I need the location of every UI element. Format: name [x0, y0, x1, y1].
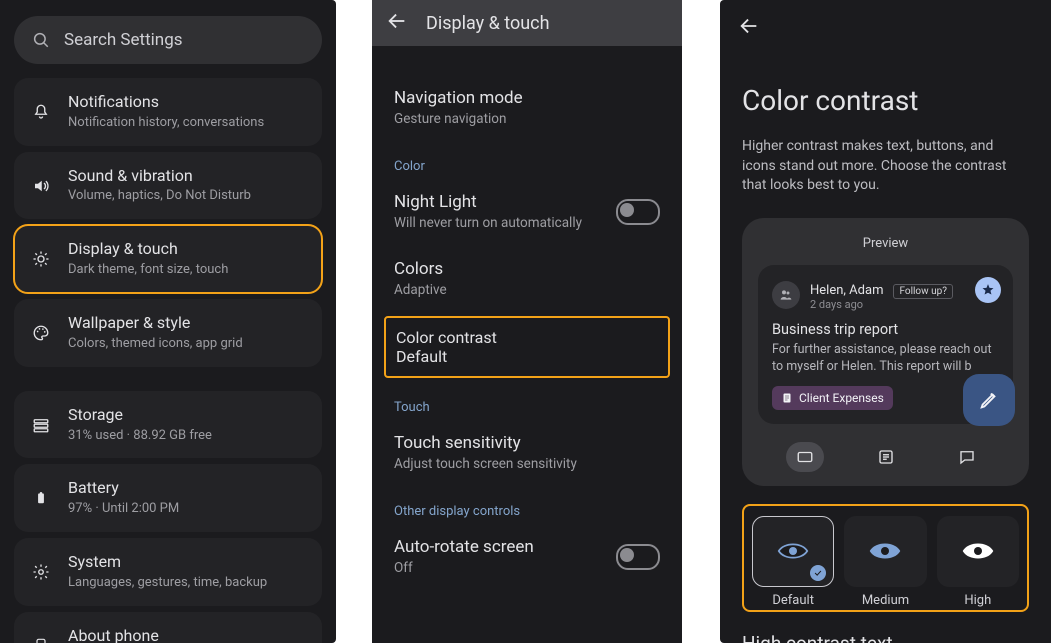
- palette-icon: [30, 324, 52, 342]
- message-body: For further assistance, please reach out…: [772, 342, 999, 376]
- card-icon: [796, 448, 814, 466]
- item-subtitle: 97% · Until 2:00 PM: [68, 501, 179, 518]
- settings-item-system[interactable]: System Languages, gestures, time, backup: [14, 538, 322, 606]
- preview-label: Preview: [758, 236, 1013, 251]
- item-title: Display & touch: [68, 239, 228, 260]
- eye-icon: [777, 540, 809, 562]
- search-settings[interactable]: Search Settings: [14, 16, 322, 64]
- preview-tab-list[interactable]: [867, 442, 905, 472]
- attachment-chip[interactable]: Client Expenses: [772, 386, 893, 410]
- check-icon: [810, 565, 826, 581]
- avatar: [772, 281, 800, 309]
- compose-fab[interactable]: [963, 374, 1015, 426]
- message-from: Helen, Adam: [810, 283, 883, 298]
- section-other: Other display controls: [394, 486, 660, 523]
- night-light-toggle[interactable]: [616, 199, 660, 225]
- contrast-option-medium[interactable]: Medium: [844, 516, 926, 609]
- item-subtitle: 31% used · 88.92 GB free: [68, 428, 212, 445]
- settings-item-notifications[interactable]: Notifications Notification history, conve…: [14, 78, 322, 146]
- battery-icon: [30, 488, 52, 508]
- item-title: Notifications: [68, 92, 264, 113]
- item-title: System: [68, 552, 267, 573]
- chat-icon: [958, 448, 976, 466]
- truncated-above: [394, 56, 660, 74]
- settings-item-wallpaper-style[interactable]: Wallpaper & style Colors, themed icons, a…: [14, 299, 322, 367]
- message-tag: Follow up?: [893, 284, 953, 299]
- preview-tab-chat[interactable]: [948, 442, 986, 472]
- back-button[interactable]: [738, 15, 760, 41]
- item-subtitle: Volume, haptics, Do Not Disturb: [68, 188, 251, 205]
- back-button[interactable]: [386, 10, 408, 36]
- search-icon: [32, 31, 50, 49]
- item-subtitle: Colors, themed icons, app grid: [68, 336, 243, 353]
- item-title: About phone: [68, 626, 159, 643]
- pencil-icon: [978, 389, 1000, 411]
- item-colors[interactable]: Colors Adaptive: [394, 245, 660, 312]
- item-night-light[interactable]: Night Light Will never turn on automatic…: [394, 178, 660, 245]
- settings-item-storage[interactable]: Storage 31% used · 88.92 GB free: [14, 391, 322, 459]
- settings-item-battery[interactable]: Battery 97% · Until 2:00 PM: [14, 464, 322, 532]
- eye-icon: [962, 540, 994, 562]
- screenshot-settings-main: Search Settings NotificationsNotificatio…: [0, 0, 336, 643]
- pane2-header: Display & touch: [372, 0, 682, 46]
- section-touch: Touch: [394, 382, 660, 419]
- storage-icon: [30, 416, 52, 434]
- preview-card: Preview Helen, Adam Follow up? 2 days ag…: [742, 218, 1029, 486]
- item-title: Battery: [68, 478, 179, 499]
- bell-icon: [30, 103, 52, 121]
- message-time: 2 days ago: [810, 298, 953, 311]
- item-title: Storage: [68, 405, 212, 426]
- page-description: Higher contrast makes text, buttons, and…: [742, 137, 1029, 196]
- arrow-left-icon: [386, 10, 408, 32]
- item-subtitle: Dark theme, font size, touch: [68, 262, 228, 279]
- auto-rotate-toggle[interactable]: [616, 544, 660, 570]
- volume-icon: [30, 177, 52, 195]
- preview-message: Helen, Adam Follow up? 2 days ago Busine…: [758, 265, 1013, 424]
- contrast-option-default[interactable]: Default: [752, 516, 834, 609]
- section-color: Color: [394, 141, 660, 178]
- item-title: Sound & vibration: [68, 166, 251, 187]
- pane2-title: Display & touch: [426, 13, 550, 34]
- item-navigation-mode[interactable]: Navigation mode Gesture navigation: [394, 74, 660, 141]
- preview-tabs: [758, 442, 1013, 472]
- star-button[interactable]: [975, 277, 1001, 303]
- star-icon: [981, 283, 995, 297]
- high-contrast-text-title: High contrast text: [742, 632, 1029, 643]
- document-icon: [781, 392, 793, 404]
- settings-item-about-phone[interactable]: About phonePixel 8a: [14, 612, 322, 643]
- pane3-header: [720, 0, 1051, 56]
- brightness-icon: [30, 250, 52, 268]
- people-icon: [778, 287, 794, 303]
- message-subject: Business trip report: [772, 321, 999, 338]
- arrow-left-icon: [738, 15, 760, 37]
- item-subtitle: Notification history, conversations: [68, 115, 264, 132]
- eye-icon: [869, 540, 901, 562]
- list-icon: [877, 448, 895, 466]
- contrast-option-high[interactable]: High: [937, 516, 1019, 609]
- gear-icon: [30, 563, 52, 581]
- item-title: Wallpaper & style: [68, 313, 243, 334]
- settings-item-display-touch[interactable]: Display & touch Dark theme, font size, to…: [14, 225, 322, 293]
- phone-icon: [30, 636, 52, 643]
- item-auto-rotate[interactable]: Auto-rotate screen Off: [394, 523, 660, 590]
- item-color-contrast[interactable]: Color contrast Default: [384, 316, 670, 378]
- contrast-options: DefaultMediumHigh: [742, 504, 1029, 613]
- page-title: Color contrast: [742, 84, 1029, 117]
- search-placeholder: Search Settings: [64, 30, 183, 50]
- screenshot-color-contrast: Color contrast Higher contrast makes tex…: [720, 0, 1051, 643]
- item-touch-sensitivity[interactable]: Touch sensitivity Adjust touch screen se…: [394, 419, 660, 486]
- item-subtitle: Languages, gestures, time, backup: [68, 575, 267, 592]
- preview-tab-card[interactable]: [786, 442, 824, 472]
- screenshot-display-touch: Display & touch Navigation mode Gesture …: [372, 0, 682, 643]
- settings-item-sound-vibration[interactable]: Sound & vibrationVolume, haptics, Do Not…: [14, 152, 322, 220]
